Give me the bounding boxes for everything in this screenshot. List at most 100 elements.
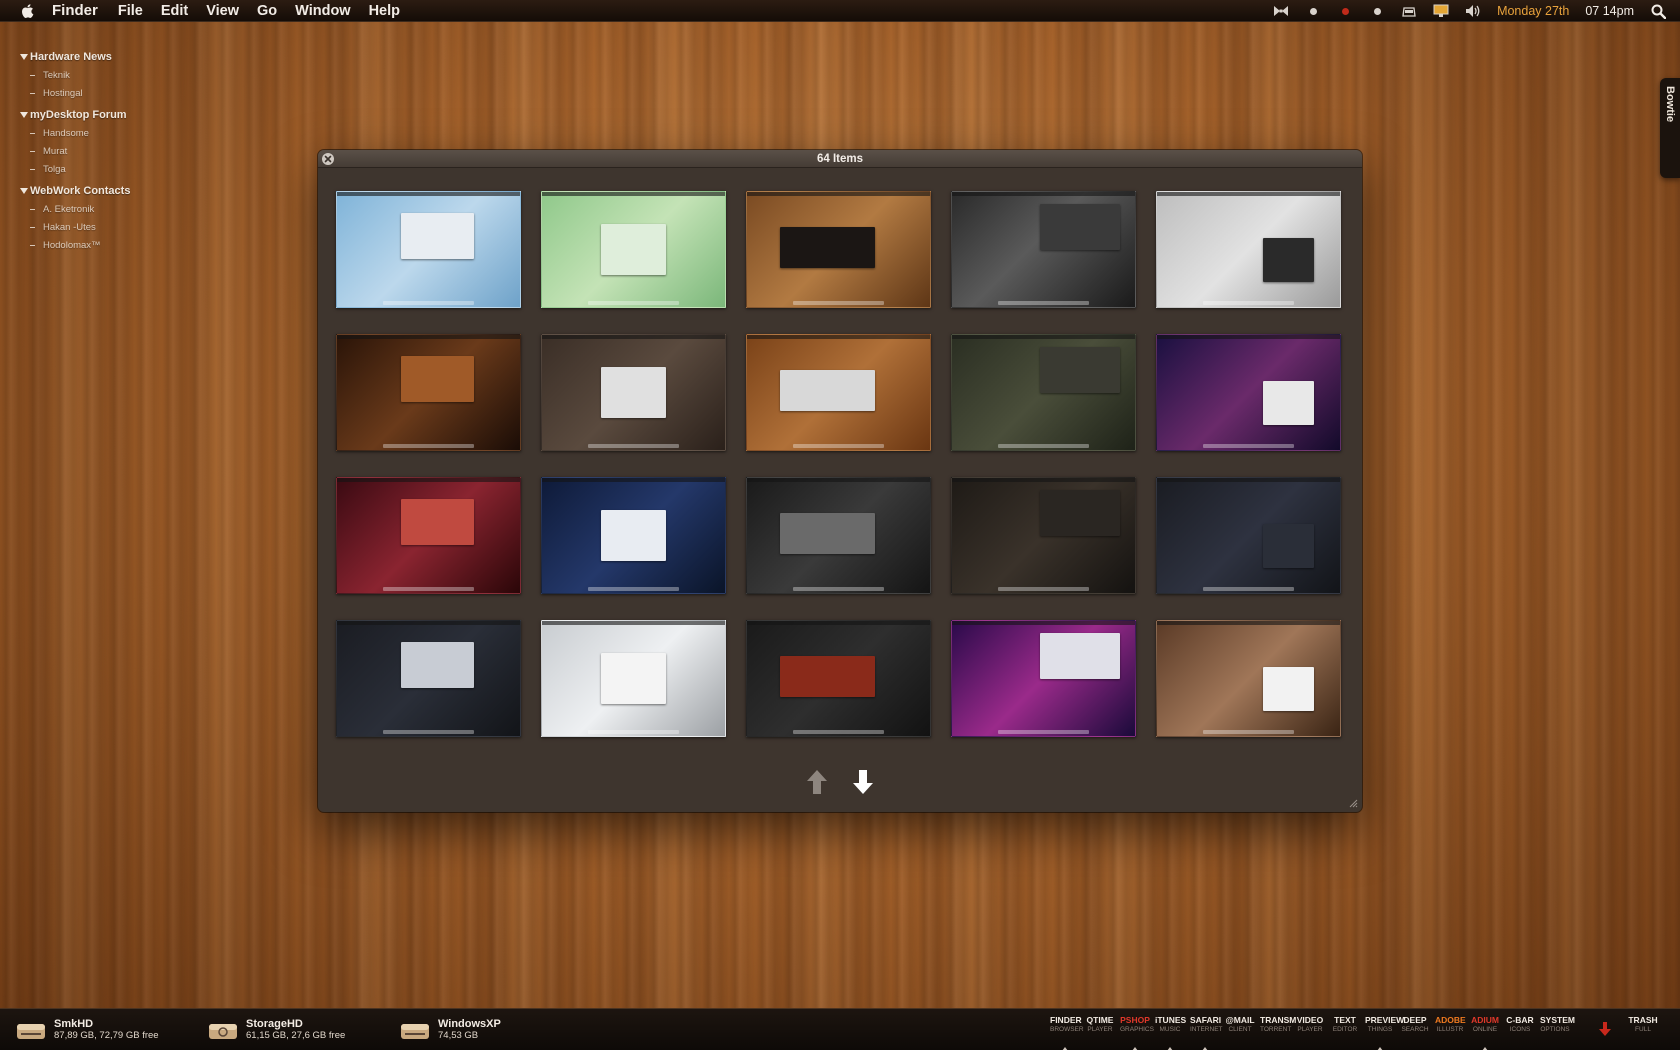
wallpaper-thumbnail[interactable]	[746, 620, 931, 737]
wallpaper-thumbnail[interactable]	[1156, 620, 1341, 737]
bullet-icon	[30, 74, 35, 76]
dock-item-preview[interactable]: PREVIEW THINGS	[1365, 1015, 1404, 1050]
menu-view[interactable]: View	[206, 3, 239, 19]
wallpaper-thumbnail[interactable]	[1156, 334, 1341, 451]
thumb-dock	[382, 444, 475, 448]
close-icon	[324, 155, 332, 163]
wallpaper-thumbnail[interactable]	[336, 334, 521, 451]
list-item[interactable]: Teknik	[30, 66, 200, 84]
bowtie-tab[interactable]: Bowtie	[1660, 78, 1680, 178]
close-button[interactable]	[322, 153, 334, 165]
disk-storagehd[interactable]: StorageHD 61,15 GB, 27,6 GB free	[208, 1018, 368, 1042]
thumb-dock	[587, 730, 680, 734]
wallpaper-thumbnail[interactable]	[951, 620, 1136, 737]
dock-item-qtime[interactable]: QTIME PLAYER	[1085, 1015, 1115, 1047]
menu-file[interactable]: File	[118, 3, 143, 19]
list-item[interactable]: Hakan -Utes	[30, 218, 200, 236]
dock-item-pshop[interactable]: PSHOP GRAPHICS	[1120, 1015, 1154, 1050]
group-title[interactable]: WebWork Contacts	[20, 185, 200, 197]
spotlight-search-icon[interactable]	[1650, 3, 1666, 19]
dock-item-sublabel: GRAPHICS	[1120, 1026, 1154, 1033]
menu-app-finder[interactable]: Finder	[52, 2, 98, 19]
bullet-icon	[30, 244, 35, 246]
wallpaper-thumbnail[interactable]	[951, 334, 1136, 451]
dock-item-itunes[interactable]: iTUNES MUSIC	[1155, 1015, 1186, 1050]
disclosure-triangle-icon[interactable]	[20, 54, 28, 60]
wallpaper-thumbnail[interactable]	[541, 191, 726, 308]
dock-item-cbar[interactable]: C-BAR ICONS	[1505, 1015, 1535, 1047]
wallpaper-thumbnail[interactable]	[336, 620, 521, 737]
thumbnail-grid	[336, 191, 1341, 737]
disclosure-triangle-icon[interactable]	[20, 112, 28, 118]
dock-item-text[interactable]: TEXT EDITOR	[1330, 1015, 1360, 1047]
dock-item-adium[interactable]: ADIUM ONLINE	[1470, 1015, 1500, 1050]
status-dot-icon[interactable]	[1305, 3, 1321, 19]
dock-item-transm[interactable]: TRANSM TORRENT	[1260, 1015, 1296, 1047]
group-mydesktop-forum: myDesktop Forum Handsome Murat Tolga	[20, 109, 200, 178]
wallpaper-thumbnail[interactable]	[336, 477, 521, 594]
thumb-menubar	[747, 192, 930, 196]
status-dot-2-icon[interactable]	[1369, 3, 1385, 19]
list-item[interactable]: Murat	[30, 142, 200, 160]
window-titlebar[interactable]: 64 Items	[318, 150, 1362, 168]
menu-date[interactable]: Monday 27th	[1497, 4, 1569, 18]
thumb-menubar	[337, 192, 520, 196]
bowtie-label: Bowtie	[1664, 86, 1676, 123]
eject-arrow-icon[interactable]	[1598, 1021, 1612, 1037]
volume-icon[interactable]	[1465, 3, 1481, 19]
group-title[interactable]: myDesktop Forum	[20, 109, 200, 121]
wallpaper-thumbnail[interactable]	[541, 620, 726, 737]
thumb-window	[401, 355, 475, 402]
list-item[interactable]: Hostingal	[30, 84, 200, 102]
wallpaper-thumbnail[interactable]	[541, 334, 726, 451]
disclosure-triangle-icon[interactable]	[20, 188, 28, 194]
display-icon[interactable]	[1433, 3, 1449, 19]
list-item[interactable]: Tolga	[30, 160, 200, 178]
menu-time[interactable]: 07 14pm	[1585, 4, 1634, 18]
menu-help[interactable]: Help	[369, 3, 400, 19]
dock-item-mail[interactable]: @MAIL CLIENT	[1225, 1015, 1255, 1047]
dock-item-deep[interactable]: DEEP SEARCH	[1400, 1015, 1430, 1047]
text-dock: FINDER BROWSER QTIME PLAYER PSHOP GRAPHICS iTU…	[1050, 1015, 1575, 1050]
group-title[interactable]: Hardware News	[20, 51, 200, 63]
menu-extras: Monday 27th 07 14pm	[1273, 0, 1666, 22]
page-up-button[interactable]	[805, 768, 829, 796]
menu-go[interactable]: Go	[257, 3, 277, 19]
wallpaper-thumbnail[interactable]	[541, 477, 726, 594]
wallpaper-thumbnail[interactable]	[951, 191, 1136, 308]
wallpaper-thumbnail[interactable]	[746, 334, 931, 451]
wallpaper-thumbnail[interactable]	[336, 191, 521, 308]
thumb-menubar	[747, 621, 930, 625]
group-hardware-news: Hardware News Teknik Hostingal	[20, 51, 200, 102]
resize-grip-icon[interactable]	[1348, 798, 1358, 808]
thumb-menubar	[952, 621, 1135, 625]
wallpaper-thumbnail[interactable]	[1156, 477, 1341, 594]
dock-item-sublabel: PLAYER	[1297, 1026, 1323, 1033]
page-down-button[interactable]	[851, 768, 875, 796]
list-item[interactable]: A. Eketronik	[30, 200, 200, 218]
hard-drive-icon	[401, 1023, 429, 1039]
list-item[interactable]: Hodolomax™	[30, 236, 200, 254]
menu-window[interactable]: Window	[295, 3, 350, 19]
bowtie-menu-icon[interactable]	[1273, 3, 1289, 19]
thumb-window	[1039, 346, 1121, 393]
trash-item[interactable]: TRASH FULL	[1626, 1015, 1660, 1033]
dock-item-sublabel: ICONS	[1509, 1026, 1531, 1033]
dock-item-video[interactable]: VIDEO PLAYER	[1295, 1015, 1325, 1047]
dock-item-finder[interactable]: FINDER BROWSER	[1050, 1015, 1084, 1050]
bullet-icon	[30, 168, 35, 170]
dock-item-safari[interactable]: SAFARI INTERNET	[1190, 1015, 1223, 1050]
apple-menu-icon[interactable]	[20, 3, 36, 19]
wallpaper-thumbnail[interactable]	[746, 191, 931, 308]
wallpaper-thumbnail[interactable]	[746, 477, 931, 594]
disk-smkhd[interactable]: SmkHD 87,89 GB, 72,79 GB free	[16, 1018, 176, 1042]
wallpaper-thumbnail[interactable]	[951, 477, 1136, 594]
time-machine-icon[interactable]	[1401, 3, 1417, 19]
wallpaper-thumbnail[interactable]	[1156, 191, 1341, 308]
dock-item-system[interactable]: SYSTEM OPTIONS	[1540, 1015, 1575, 1047]
dock-item-adobe[interactable]: ADOBE ILLUSTR	[1435, 1015, 1466, 1047]
disk-windowsxp[interactable]: WindowsXP 74,53 GB	[400, 1018, 560, 1042]
menu-edit[interactable]: Edit	[161, 3, 188, 19]
list-item[interactable]: Handsome	[30, 124, 200, 142]
record-dot-icon[interactable]	[1337, 3, 1353, 19]
